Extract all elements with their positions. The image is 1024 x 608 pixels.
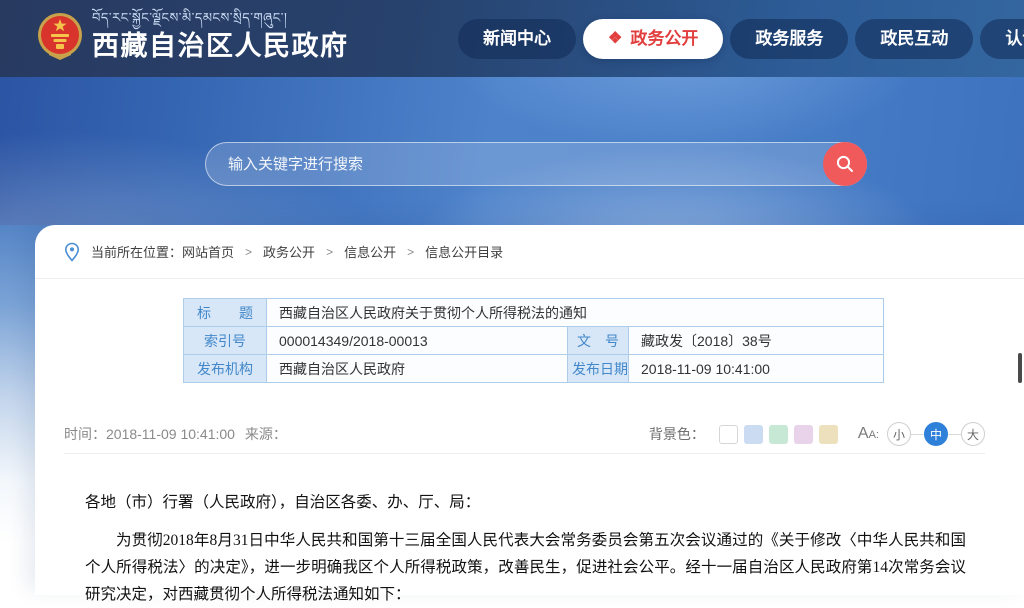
bg-swatch-pink[interactable] (794, 425, 813, 444)
breadcrumb: 当前所在位置： 网站首页 > 政务公开 > 信息公开 > 信息公开目录 (35, 225, 1024, 279)
doc-number-value: 藏政发〔2018〕38号 (629, 327, 884, 355)
content-card: 当前所在位置： 网站首页 > 政务公开 > 信息公开 > 信息公开目录 标 题 … (35, 225, 1024, 595)
breadcrumb-item-gov-open[interactable]: 政务公开 (263, 242, 315, 261)
doc-number-label: 文 号 (568, 327, 629, 355)
source-label: 来源： (245, 426, 287, 442)
article-salutation: 各地（市）行署（人民政府），自治区各委、办、厅、局： (85, 489, 966, 516)
font-size-connector (911, 434, 924, 435)
nav-tab-about-tibet[interactable]: 认识西藏 (980, 19, 1024, 59)
article-body: 各地（市）行署（人民政府），自治区各委、办、厅、局： 为贯彻2018年8月31日… (85, 489, 966, 608)
article-paragraph: 为贯彻2018年8月31日中华人民共和国第十三届全国人民代表大会常务委员会第五次… (85, 527, 966, 608)
table-row-agency: 发布机构 西藏自治区人民政府 发布日期 2018-11-09 10:41:00 (184, 355, 884, 383)
breadcrumb-item-home[interactable]: 网站首页 (182, 242, 234, 261)
search-button[interactable] (823, 142, 867, 186)
document-info-table: 标 题 西藏自治区人民政府关于贯彻个人所得税法的通知 索引号 000014349… (183, 298, 884, 383)
nav-tab-label: 认识西藏 (1005, 19, 1024, 59)
nav-tab-news-center[interactable]: 新闻中心 (458, 19, 576, 59)
meta-divider (64, 453, 985, 454)
bg-swatch-green[interactable] (769, 425, 788, 444)
vertical-scrollbar-thumb[interactable] (1018, 353, 1022, 383)
font-size-medium-button[interactable]: 中 (924, 422, 948, 446)
search-icon (834, 153, 856, 175)
site-header: བོད་རང་སྐྱོང་ལྗོངས་མི་དམངས་སྲིད་གཞུང་། 西… (0, 0, 1024, 77)
font-size-small-button[interactable]: 小 (887, 422, 911, 446)
bg-swatch-blue[interactable] (744, 425, 763, 444)
breadcrumb-item-info-open[interactable]: 信息公开 (344, 242, 396, 261)
main-navigation: 新闻中心 ❖ 政务公开 政务服务 政民互动 认识西藏 (458, 19, 1024, 59)
site-identity: བོད་རང་སྐྱོང་ལྗོངས་མི་དམངས་སྲིད་གཞུང་། 西… (92, 10, 349, 63)
nav-tab-label: 政务服务 (755, 19, 823, 59)
font-size-connector (948, 434, 961, 435)
breadcrumb-separator: > (326, 245, 333, 259)
nav-tab-label: 政务公开 (630, 19, 698, 59)
index-number-value: 000014349/2018-00013 (267, 327, 568, 355)
table-row-title: 标 题 西藏自治区人民政府关于贯彻个人所得税法的通知 (184, 299, 884, 327)
breadcrumb-separator: > (245, 245, 252, 259)
national-emblem-logo[interactable] (37, 11, 83, 66)
nav-tab-public-interaction[interactable]: 政民互动 (855, 19, 973, 59)
site-title-tibetan: བོད་རང་སྐྱོང་ལྗོངས་མི་དམངས་སྲིད་གཞུང་། (92, 10, 349, 26)
publish-date-label: 发布日期 (568, 355, 629, 383)
font-size-large-button[interactable]: 大 (961, 422, 985, 446)
article-meta-bar: 时间：2018-11-09 10:41:00 来源： 背景色： AA: 小 中 … (64, 419, 985, 449)
nav-tab-label: 政民互动 (880, 19, 948, 59)
time-value: 2018-11-09 10:41:00 (106, 426, 235, 442)
breadcrumb-separator: > (407, 245, 414, 259)
title-label: 标 题 (184, 299, 267, 327)
font-size-selector: 小 中 大 (887, 422, 985, 446)
site-title: 西藏自治区人民政府 (92, 29, 349, 63)
publish-date-value: 2018-11-09 10:41:00 (629, 355, 884, 383)
bg-swatch-tan[interactable] (819, 425, 838, 444)
bg-swatch-white[interactable] (719, 425, 738, 444)
font-size-icon: AA: (858, 425, 879, 443)
issuing-agency-value: 西藏自治区人民政府 (267, 355, 568, 383)
national-emblem-icon (37, 11, 83, 61)
nav-tab-government-affairs-open[interactable]: ❖ 政务公开 (583, 19, 723, 59)
index-number-label: 索引号 (184, 327, 267, 355)
time-label: 时间： (64, 426, 106, 442)
display-controls: 背景色： AA: 小 中 大 (649, 422, 985, 446)
nav-tab-label: 新闻中心 (483, 19, 551, 59)
search-bar (205, 142, 867, 186)
breadcrumb-prefix: 当前所在位置： (91, 242, 182, 261)
background-color-label: 背景色： (649, 424, 705, 444)
knot-icon: ❖ (608, 31, 622, 47)
breadcrumb-item-info-catalog[interactable]: 信息公开目录 (425, 242, 503, 261)
nav-tab-government-services[interactable]: 政务服务 (730, 19, 848, 59)
title-value: 西藏自治区人民政府关于贯彻个人所得税法的通知 (267, 299, 884, 327)
time-source-line: 时间：2018-11-09 10:41:00 来源： (64, 424, 287, 444)
location-pin-icon (64, 242, 80, 262)
search-input[interactable] (205, 142, 867, 186)
issuing-agency-label: 发布机构 (184, 355, 267, 383)
table-row-index: 索引号 000014349/2018-00013 文 号 藏政发〔2018〕38… (184, 327, 884, 355)
